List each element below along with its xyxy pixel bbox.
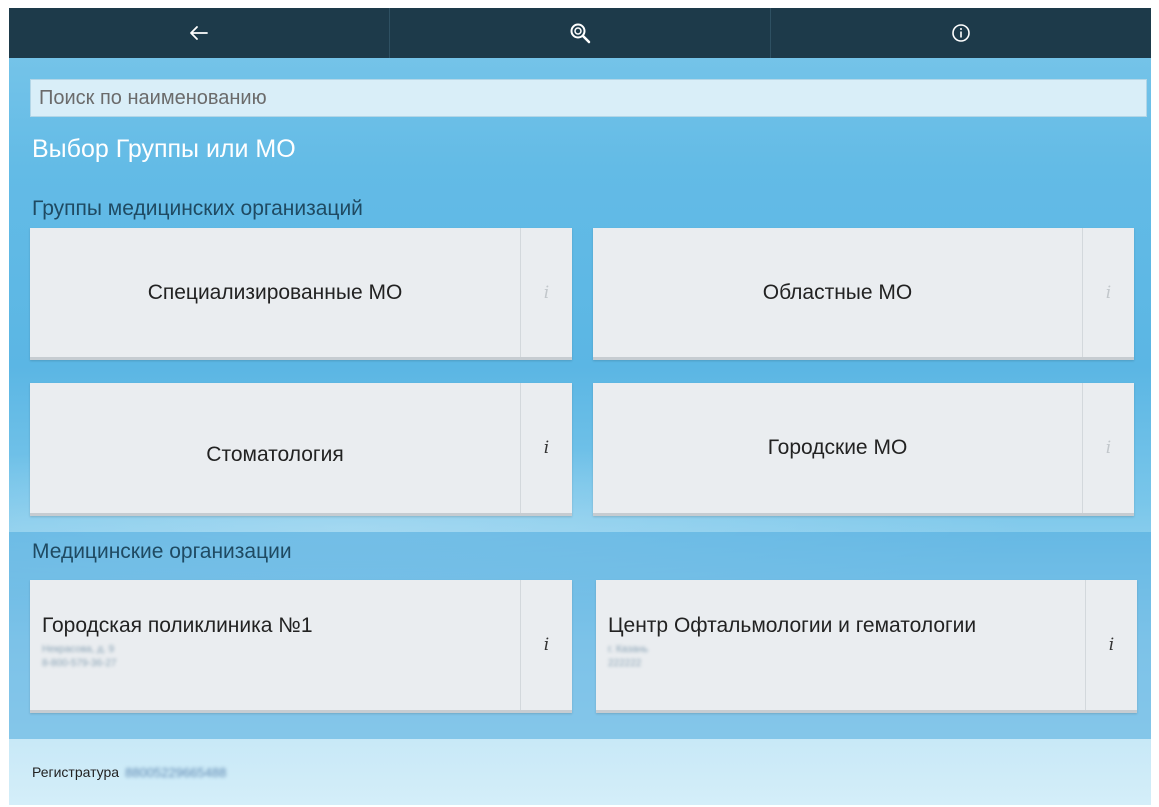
info-icon[interactable]: i [1085, 580, 1137, 710]
info-icon[interactable]: i [520, 228, 572, 357]
group-card-label: Областные МО [762, 280, 913, 304]
org-phone: 222222 [608, 658, 642, 669]
group-card-regional[interactable]: Областные МО i [593, 228, 1134, 360]
org-name: Центр Офтальмологии и гематологии [608, 614, 977, 637]
group-card-label: Стоматология [206, 443, 344, 466]
footer-registry: Регистратура 88005229665488 [32, 764, 226, 780]
info-circle-icon [952, 24, 970, 42]
org-card-body: Городская поликлиника №1 Некрасова, д. 9… [30, 580, 520, 710]
orgs-section-label: Медицинские организации [32, 540, 292, 563]
search-button[interactable] [390, 8, 771, 58]
org-name: Городская поликлиника №1 [42, 614, 313, 637]
page-title: Выбор Группы или МО [32, 135, 296, 163]
search-field [30, 79, 1147, 117]
info-icon[interactable]: i [1082, 383, 1134, 513]
org-phone: 8-800-579-36-27 [42, 658, 117, 669]
info-icon[interactable]: i [1082, 228, 1134, 357]
group-card-specialized[interactable]: Специализированные МО i [30, 228, 572, 360]
info-icon[interactable]: i [520, 383, 572, 513]
top-toolbar [9, 8, 1151, 58]
org-address: г. Казань [608, 644, 649, 655]
org-card-body: Центр Офтальмологии и гематологии г. Каз… [596, 580, 1085, 710]
group-card-label: Специализированные МО [147, 280, 403, 304]
group-card-city[interactable]: Городские МО i [593, 383, 1134, 516]
group-card-label: Городские МО [767, 436, 908, 459]
org-card-ophthalmology[interactable]: Центр Офтальмологии и гематологии г. Каз… [596, 580, 1137, 713]
org-address: Некрасова, д. 9 [42, 644, 115, 655]
info-icon[interactable]: i [520, 580, 572, 710]
groups-section-label: Группы медицинских организаций [32, 197, 363, 220]
info-button[interactable] [771, 8, 1151, 58]
group-card-dentistry[interactable]: Стоматология i [30, 383, 572, 516]
search-icon [570, 23, 591, 44]
registry-label: Регистратура [32, 764, 120, 780]
registry-number: 88005229665488 [125, 764, 227, 780]
search-input[interactable] [30, 79, 1147, 117]
back-button[interactable] [9, 8, 390, 58]
org-card-polyclinic[interactable]: Городская поликлиника №1 Некрасова, д. 9… [30, 580, 572, 713]
arrow-left-icon [190, 26, 208, 40]
app-window: Выбор Группы или МО Группы медицинских о… [9, 8, 1151, 805]
